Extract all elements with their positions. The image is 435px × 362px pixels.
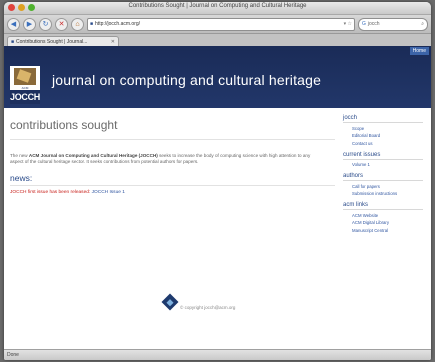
stop-icon: ✕ bbox=[58, 20, 65, 28]
browser-toolbar: ◀ ▶ ↻ ✕ ⌂ ■ http://jocch.acm.org/ ▾ ☆ G … bbox=[4, 15, 431, 34]
home-button[interactable]: ⌂ bbox=[71, 17, 84, 31]
sidebar-link-acm-dl[interactable]: ACM Digital Library bbox=[352, 220, 423, 225]
site-favicon-icon: ■ bbox=[90, 21, 94, 27]
search-engine-icon: G bbox=[362, 21, 366, 27]
sidebar-link-volume-1[interactable]: Volume 1 bbox=[352, 162, 423, 167]
intro-text-start: The new bbox=[10, 153, 29, 158]
forward-arrow-icon: ▶ bbox=[26, 20, 33, 28]
address-bar[interactable]: ■ http://jocch.acm.org/ ▾ ☆ bbox=[87, 17, 355, 31]
sidebar-link-acm-website[interactable]: ACM Website bbox=[352, 213, 423, 218]
sidebar-link-contact[interactable]: Contact us bbox=[352, 141, 423, 146]
address-bar-url: http://jocch.acm.org/ bbox=[95, 21, 141, 27]
search-box[interactable]: G jocch ⌕ bbox=[358, 17, 428, 31]
sidebar-link-editorial-board[interactable]: Editorial Board bbox=[352, 133, 423, 138]
tab-jocch[interactable]: ■ Contributions Sought | Journal... ✕ bbox=[7, 36, 119, 46]
intro-paragraph: The new ACM Journal on Computing and Cul… bbox=[10, 153, 325, 165]
news-issue-link[interactable]: JOCCH Issue 1 bbox=[92, 190, 125, 195]
news-heading: news: bbox=[10, 173, 33, 184]
intro-journal-name: ACM Journal on Computing and Cultural He… bbox=[28, 153, 158, 158]
stop-button[interactable]: ✕ bbox=[55, 17, 68, 31]
footer-copyright: © copyright jocch@acm.org bbox=[180, 305, 236, 310]
home-icon: ⌂ bbox=[75, 20, 80, 28]
sidebar-heading-acm-links: acm links bbox=[343, 202, 423, 210]
close-tab-icon[interactable]: ✕ bbox=[111, 39, 115, 45]
tab-favicon-icon: ■ bbox=[11, 38, 15, 45]
search-icon[interactable]: ⌕ bbox=[421, 21, 424, 27]
main-content: contributions sought The new ACM Journal… bbox=[10, 116, 335, 195]
title-bar: Contributions Sought | Journal on Comput… bbox=[4, 2, 431, 15]
sidebar-link-manuscript-central[interactable]: Manuscript Central bbox=[352, 228, 423, 233]
sidebar-link-scope[interactable]: Scope bbox=[352, 126, 423, 131]
page-footer: © copyright jocch@acm.org bbox=[161, 293, 236, 310]
window-title: Contributions Sought | Journal on Comput… bbox=[128, 3, 307, 9]
sidebar-heading-current-issues: current issues bbox=[343, 152, 423, 160]
reload-icon: ↻ bbox=[42, 20, 49, 28]
home-link[interactable]: Home bbox=[409, 47, 429, 55]
sidebar-heading-jocch: jocch bbox=[343, 115, 423, 123]
jocch-logo[interactable]: ACM JOCCH bbox=[10, 66, 40, 104]
sidebar-link-submission[interactable]: Submission instructions bbox=[352, 191, 423, 196]
back-button[interactable]: ◀ bbox=[7, 17, 20, 31]
sidebar-heading-authors: authors bbox=[343, 173, 423, 181]
bookmark-star-icon[interactable]: ▾ ☆ bbox=[344, 21, 352, 27]
site-title: journal on computing and cultural herita… bbox=[52, 72, 322, 88]
sidebar: jocch Scope Editorial Board Contact us c… bbox=[343, 115, 423, 233]
logo-text: JOCCH bbox=[10, 90, 41, 104]
logo-artwork-icon bbox=[14, 68, 36, 85]
search-box-value: jocch bbox=[367, 21, 380, 27]
page-content: Home ACM JOCCH journal on computing and … bbox=[4, 46, 431, 350]
news-divider bbox=[10, 185, 335, 187]
site-header: Home ACM JOCCH journal on computing and … bbox=[4, 46, 431, 108]
sidebar-link-call-for-papers[interactable]: Call for papers bbox=[352, 184, 423, 189]
news-text: JOCCH first issue has been released: bbox=[10, 190, 92, 196]
page-title: contributions sought bbox=[10, 118, 118, 132]
status-text: Done bbox=[7, 352, 19, 358]
title-divider bbox=[10, 139, 335, 140]
reload-button[interactable]: ↻ bbox=[39, 17, 52, 31]
back-arrow-icon: ◀ bbox=[10, 20, 17, 28]
browser-window: Contributions Sought | Journal on Comput… bbox=[4, 2, 431, 360]
footer-logo-icon bbox=[161, 293, 179, 310]
tab-label: Contributions Sought | Journal... bbox=[16, 38, 88, 45]
news-item: JOCCH first issue has been released: JOC… bbox=[10, 190, 335, 195]
forward-button[interactable]: ▶ bbox=[23, 17, 36, 31]
status-bar: Done bbox=[4, 349, 431, 360]
